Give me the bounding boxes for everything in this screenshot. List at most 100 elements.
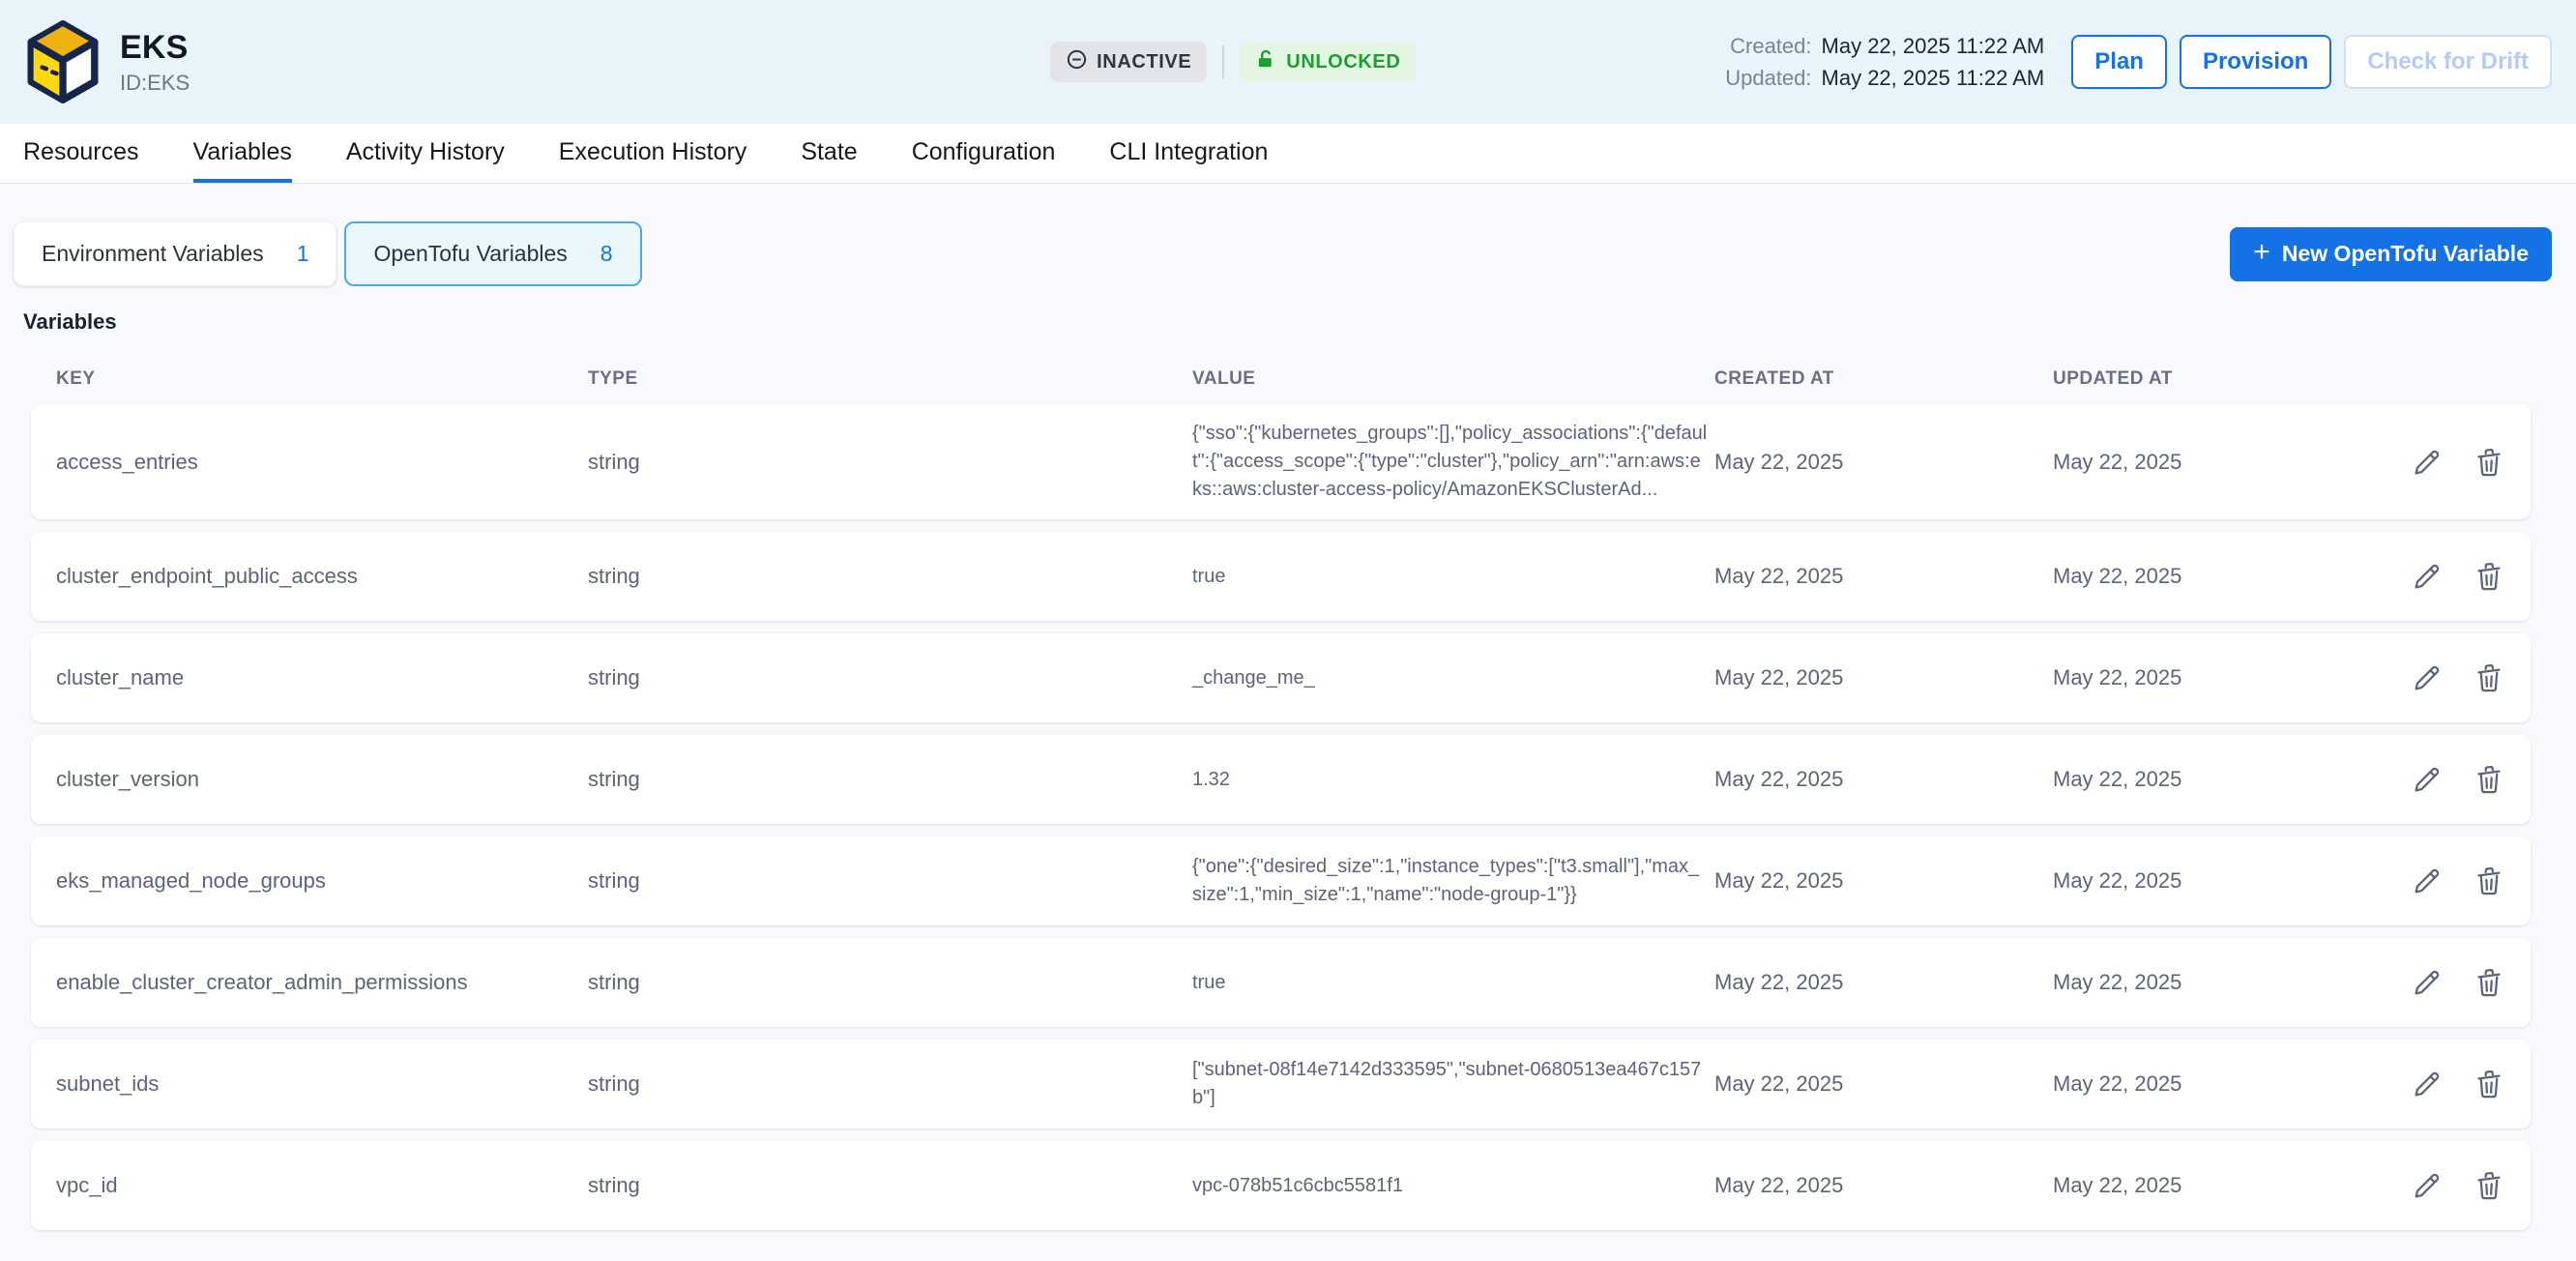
variable-value: {"one":{"desired_size":1,"instance_types… — [1192, 853, 1714, 909]
variables-table: KEY TYPE VALUE CREATED AT UPDATED AT acc… — [31, 360, 2531, 1230]
variable-updated-at: May 22, 2025 — [2053, 450, 2382, 475]
environment-variables-chip[interactable]: Environment Variables 1 — [14, 221, 337, 286]
delete-variable-button[interactable] — [2473, 1169, 2505, 1202]
pencil-icon — [2411, 1169, 2444, 1202]
workspace-title-block: EKS ID:EKS — [120, 29, 190, 96]
created-value: May 22, 2025 11:22 AM — [1822, 34, 2045, 59]
provision-button[interactable]: Provision — [2180, 35, 2331, 89]
trash-icon — [2473, 560, 2505, 593]
variable-updated-at: May 22, 2025 — [2053, 665, 2382, 690]
delete-variable-button[interactable] — [2473, 865, 2505, 897]
variable-key: eks_managed_node_groups — [56, 868, 588, 894]
delete-variable-button[interactable] — [2473, 560, 2505, 593]
variable-type: string — [588, 1173, 1192, 1198]
trash-icon — [2473, 1169, 2505, 1202]
variables-heading: Variables — [23, 309, 2552, 335]
variable-type: string — [588, 970, 1192, 995]
variable-created-at: May 22, 2025 — [1714, 665, 2053, 690]
edit-variable-button[interactable] — [2411, 1169, 2444, 1202]
tab-activity-history[interactable]: Activity History — [346, 124, 505, 183]
trash-icon — [2473, 661, 2505, 694]
pencil-icon — [2411, 966, 2444, 999]
check-for-drift-button[interactable]: Check for Drift — [2344, 35, 2552, 89]
trash-icon — [2473, 865, 2505, 897]
pencil-icon — [2411, 560, 2444, 593]
opentofu-variables-count: 8 — [600, 241, 613, 267]
page-title: EKS — [120, 29, 190, 67]
table-row: cluster_endpoint_public_access string tr… — [31, 532, 2531, 621]
tab-resources[interactable]: Resources — [23, 124, 139, 183]
variable-value: true — [1192, 969, 1714, 997]
header-actions: Plan Provision Check for Drift — [2071, 35, 2552, 89]
trash-icon — [2473, 1068, 2505, 1100]
column-header-value: VALUE — [1192, 368, 1714, 390]
plus-icon: + — [2253, 238, 2270, 267]
delete-variable-button[interactable] — [2473, 446, 2505, 479]
column-header-created-at: CREATED AT — [1714, 368, 2053, 390]
opentofu-variables-label: OpenTofu Variables — [373, 241, 567, 267]
trash-icon — [2473, 446, 2505, 479]
variable-key: cluster_version — [56, 767, 588, 792]
variable-key: access_entries — [56, 450, 588, 475]
variable-updated-at: May 22, 2025 — [2053, 1173, 2382, 1198]
pencil-icon — [2411, 446, 2444, 479]
edit-variable-button[interactable] — [2411, 865, 2444, 897]
pencil-icon — [2411, 763, 2444, 796]
main-tab-bar: Resources Variables Activity History Exe… — [0, 124, 2576, 184]
new-opentofu-variable-button[interactable]: + New OpenTofu Variable — [2230, 227, 2552, 281]
variable-type: string — [588, 868, 1192, 894]
variable-created-at: May 22, 2025 — [1714, 1173, 2053, 1198]
variable-value: vpc-078b51c6cbc5581f1 — [1192, 1172, 1714, 1200]
table-row: access_entries string {"sso":{"kubernete… — [31, 404, 2531, 519]
column-header-updated-at: UPDATED AT — [2053, 368, 2382, 390]
variable-type: string — [588, 767, 1192, 792]
edit-variable-button[interactable] — [2411, 446, 2444, 479]
timestamps: Created: May 22, 2025 11:22 AM Updated: … — [1725, 27, 2044, 98]
variable-key: cluster_endpoint_public_access — [56, 564, 588, 589]
workspace-id: ID:EKS — [120, 71, 190, 96]
plan-button[interactable]: Plan — [2071, 35, 2167, 89]
environment-variables-label: Environment Variables — [42, 241, 264, 267]
variable-key: cluster_name — [56, 665, 588, 690]
tab-configuration[interactable]: Configuration — [912, 124, 1056, 183]
opentofu-cube-icon — [23, 20, 102, 103]
edit-variable-button[interactable] — [2411, 560, 2444, 593]
status-badges: INACTIVE UNLOCKED — [1050, 42, 1416, 82]
trash-icon — [2473, 763, 2505, 796]
created-label: Created: — [1730, 34, 1811, 59]
variable-type-switcher: Environment Variables 1 OpenTofu Variabl… — [14, 221, 2552, 286]
tab-cli-integration[interactable]: CLI Integration — [1109, 124, 1268, 183]
table-row: eks_managed_node_groups string {"one":{"… — [31, 836, 2531, 925]
circle-minus-icon — [1066, 48, 1088, 76]
edit-variable-button[interactable] — [2411, 763, 2444, 796]
column-header-key: KEY — [56, 368, 588, 390]
variable-created-at: May 22, 2025 — [1714, 868, 2053, 894]
variable-type: string — [588, 450, 1192, 475]
delete-variable-button[interactable] — [2473, 966, 2505, 999]
column-header-type: TYPE — [588, 368, 1192, 390]
environment-variables-count: 1 — [297, 241, 309, 267]
edit-variable-button[interactable] — [2411, 661, 2444, 694]
tab-execution-history[interactable]: Execution History — [559, 124, 747, 183]
variable-type: string — [588, 1071, 1192, 1097]
updated-label: Updated: — [1725, 66, 1811, 91]
variable-value: _change_me_ — [1192, 664, 1714, 692]
table-row: subnet_ids string ["subnet-08f14e7142d33… — [31, 1040, 2531, 1129]
lock-status-badge: UNLOCKED — [1240, 42, 1416, 82]
variable-updated-at: May 22, 2025 — [2053, 564, 2382, 589]
table-row: vpc_id string vpc-078b51c6cbc5581f1 May … — [31, 1141, 2531, 1230]
opentofu-variables-chip[interactable]: OpenTofu Variables 8 — [344, 221, 641, 286]
delete-variable-button[interactable] — [2473, 661, 2505, 694]
table-header-row: KEY TYPE VALUE CREATED AT UPDATED AT — [31, 360, 2531, 398]
variable-created-at: May 22, 2025 — [1714, 1071, 2053, 1097]
tab-state[interactable]: State — [801, 124, 857, 183]
edit-variable-button[interactable] — [2411, 1068, 2444, 1100]
tab-variables[interactable]: Variables — [193, 124, 292, 183]
pencil-icon — [2411, 865, 2444, 897]
delete-variable-button[interactable] — [2473, 1068, 2505, 1100]
delete-variable-button[interactable] — [2473, 763, 2505, 796]
lock-status-label: UNLOCKED — [1286, 51, 1400, 73]
variable-key: subnet_ids — [56, 1071, 588, 1097]
variable-created-at: May 22, 2025 — [1714, 450, 2053, 475]
edit-variable-button[interactable] — [2411, 966, 2444, 999]
